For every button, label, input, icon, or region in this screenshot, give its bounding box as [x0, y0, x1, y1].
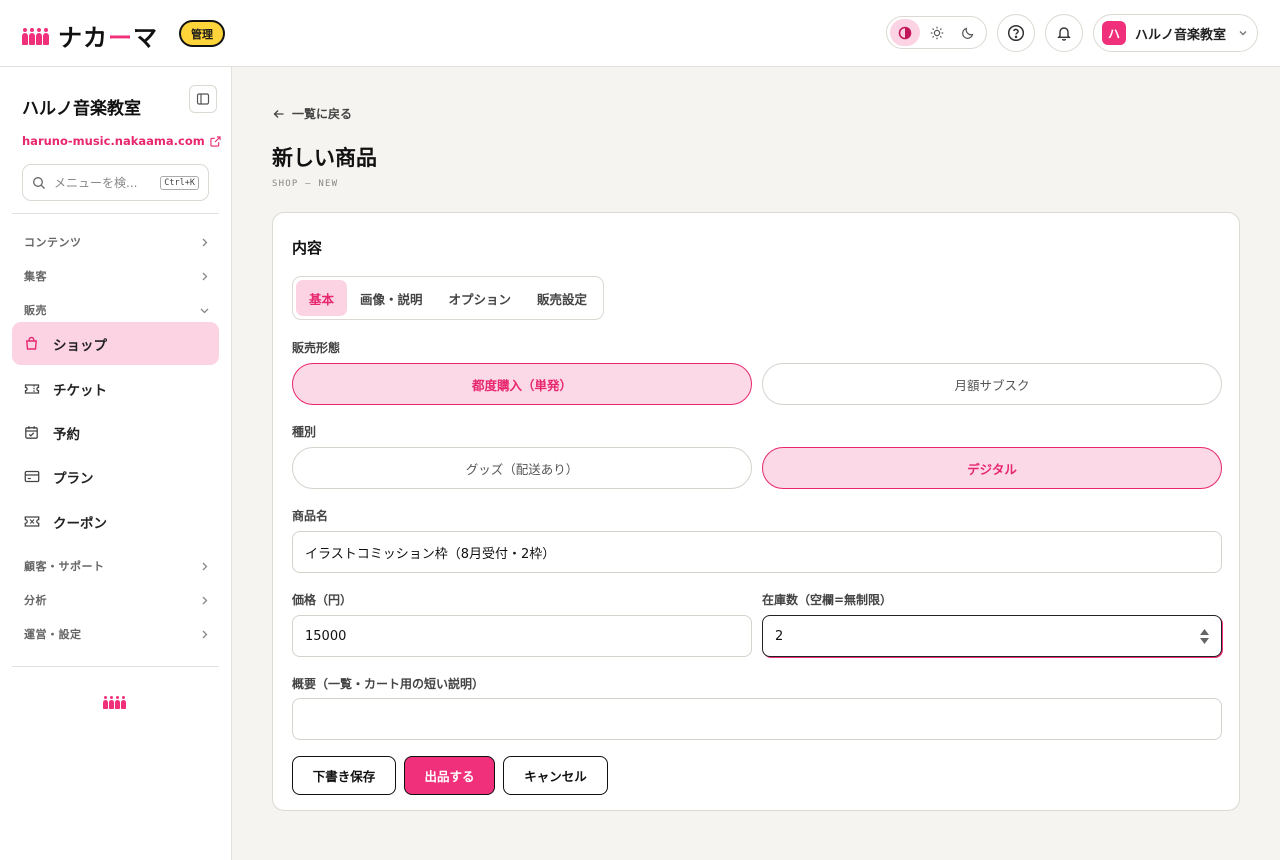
sidebar-panel-icon [196, 93, 210, 105]
calendar-check-icon [24, 425, 42, 440]
kind-digital-option[interactable]: デジタル [762, 447, 1222, 489]
sidebar-item-coupon[interactable]: クーポン [12, 500, 219, 543]
tab-sales-settings[interactable]: 販売設定 [524, 280, 600, 316]
search-shortcut-badge: Ctrl+K [160, 175, 199, 190]
bell-icon [1057, 27, 1071, 41]
tab-images-description[interactable]: 画像・説明 [347, 280, 436, 316]
sidebar-group-contents[interactable]: コンテンツ [24, 234, 210, 250]
notifications-button[interactable] [1045, 14, 1083, 52]
sidebar-item-shop[interactable]: ショップ [12, 322, 219, 365]
card-title: 内容 [292, 239, 323, 257]
sidebar-item-plan[interactable]: プラン [12, 455, 219, 498]
sidebar-divider [12, 666, 219, 667]
admin-badge: 管理 [179, 20, 225, 47]
sidebar-item-label: プラン [53, 470, 94, 487]
sun-icon[interactable] [922, 19, 952, 46]
form-tabs: 基本 画像・説明 オプション 販売設定 [292, 276, 605, 320]
page-title: 新しい商品 [272, 146, 377, 170]
chevron-right-icon [199, 237, 210, 248]
product-name-field[interactable]: イラストコミッション枠（8月受付・2枠） [292, 531, 1222, 573]
chevron-down-icon [199, 305, 210, 316]
sale-type-subscription-option[interactable]: 月額サブスク [762, 363, 1222, 405]
sidebar-group-label: 分析 [24, 594, 47, 607]
save-draft-button[interactable]: 下書き保存 [292, 756, 396, 795]
sidebar-group-sales[interactable]: 販売 [24, 302, 210, 318]
page-subtitle: SHOP — NEW [272, 179, 339, 189]
sidebar-group-label: 集客 [24, 270, 47, 283]
back-link-label: 一覧に戻る [292, 107, 353, 121]
sidebar: ハルノ音楽教室 haruno-music.nakaama.com メニューを検.… [0, 67, 232, 860]
back-to-list-link[interactable]: 一覧に戻る [273, 105, 352, 122]
sidebar-group-label: コンテンツ [24, 236, 82, 249]
price-value: 15000 [305, 628, 347, 644]
help-icon [1007, 24, 1025, 42]
avatar: ハ [1102, 21, 1126, 45]
stock-label: 在庫数（空欄=無制限） [762, 593, 893, 607]
ticket-icon [24, 382, 42, 396]
sidebar-item-reservation[interactable]: 予約 [12, 411, 219, 454]
summary-field[interactable] [292, 698, 1222, 740]
stock-field[interactable]: 2 [762, 615, 1222, 657]
sidebar-group-label: 顧客・サポート [24, 560, 105, 573]
sidebar-group-customers[interactable]: 顧客・サポート [24, 558, 210, 574]
menu-search-input[interactable]: メニューを検... Ctrl+K [22, 164, 209, 201]
top-header: ナカーマ 管理 ハ ハルノ音楽教室 [0, 0, 1280, 67]
sidebar-group-label: 運営・設定 [24, 628, 82, 641]
help-button[interactable] [997, 14, 1035, 52]
product-name-value: イラストコミッション枠（8月受付・2枠） [305, 546, 556, 562]
chevron-down-icon [1237, 27, 1249, 39]
search-icon [32, 176, 46, 190]
sidebar-item-label: ショップ [53, 337, 107, 354]
sidebar-group-operations[interactable]: 運営・設定 [24, 626, 210, 642]
summary-label: 概要（一覧・カート用の短い説明） [292, 677, 485, 691]
moon-icon[interactable] [953, 19, 983, 46]
sale-type-one-time-option[interactable]: 都度購入（単発） [292, 363, 752, 405]
app-logo[interactable]: ナカーマ [22, 18, 158, 53]
logo-mark-icon [22, 27, 50, 45]
footer-logo-mark-icon [103, 696, 126, 709]
sidebar-divider [12, 213, 219, 214]
sidebar-group-analytics[interactable]: 分析 [24, 592, 210, 608]
sidebar-collapse-button[interactable] [189, 85, 217, 113]
sidebar-item-label: 予約 [53, 426, 80, 443]
theme-toggle [886, 16, 987, 49]
price-label: 価格（円） [292, 593, 353, 607]
credit-card-icon [24, 470, 42, 483]
chevron-right-icon [199, 271, 210, 282]
coupon-icon [24, 515, 42, 528]
caret-up-icon[interactable] [1200, 628, 1209, 635]
publish-button[interactable]: 出品する [404, 756, 495, 795]
tab-options[interactable]: オプション [436, 280, 525, 316]
sidebar-item-ticket[interactable]: チケット [12, 367, 219, 410]
cancel-button[interactable]: キャンセル [503, 756, 608, 795]
sale-type-label: 販売形態 [292, 341, 341, 355]
sidebar-group-marketing[interactable]: 集客 [24, 268, 210, 284]
contrast-icon[interactable] [890, 19, 920, 46]
sidebar-item-label: チケット [53, 382, 107, 399]
logo-text: ナカーマ [58, 24, 158, 52]
tab-basic[interactable]: 基本 [296, 280, 348, 316]
arrow-left-icon [273, 109, 284, 118]
chevron-right-icon [199, 629, 210, 640]
chevron-right-icon [199, 561, 210, 572]
product-name-label: 商品名 [292, 509, 329, 523]
external-link-icon [210, 135, 221, 147]
caret-down-icon[interactable] [1200, 637, 1209, 644]
chevron-right-icon [199, 595, 210, 606]
shopping-bag-icon [24, 336, 42, 351]
site-url-link[interactable]: haruno-music.nakaama.com [22, 134, 221, 148]
product-form-card: 内容 基本 画像・説明 オプション 販売設定 販売形態 都度購入（単発） 月額サ… [272, 212, 1240, 811]
stock-value: 2 [775, 628, 784, 644]
kind-label: 種別 [292, 425, 317, 439]
site-url-text: haruno-music.nakaama.com [22, 134, 205, 148]
account-name: ハルノ音楽教室 [1135, 27, 1227, 43]
sidebar-title: ハルノ音楽教室 [22, 99, 141, 119]
number-stepper[interactable] [1200, 628, 1209, 644]
sidebar-group-label: 販売 [24, 304, 47, 317]
price-field[interactable]: 15000 [292, 615, 752, 657]
search-placeholder: メニューを検... [54, 176, 138, 190]
account-menu-button[interactable]: ハ ハルノ音楽教室 [1093, 14, 1258, 52]
kind-goods-option[interactable]: グッズ（配送あり） [292, 447, 752, 489]
sidebar-item-label: クーポン [53, 515, 107, 532]
